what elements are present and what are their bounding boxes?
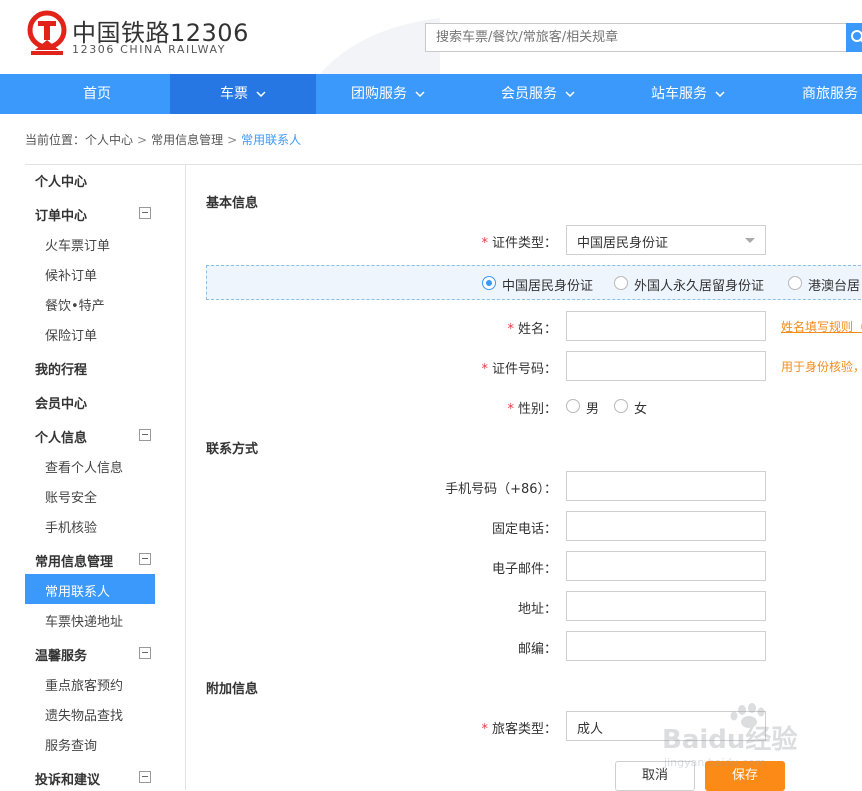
radio-label: 港澳台居 (808, 275, 860, 294)
collapse-icon[interactable] (139, 647, 151, 659)
name-field[interactable] (566, 311, 766, 341)
sidebar-item-account-security[interactable]: 账号安全 (45, 487, 97, 506)
chevron-down-icon (715, 91, 725, 97)
name-label: *姓名： (507, 318, 557, 337)
site-header: 中国铁路12306 12306 CHINA RAILWAY (0, 0, 862, 74)
id-number-field[interactable] (566, 351, 766, 381)
nav-home[interactable]: 首页 (24, 74, 170, 114)
breadcrumb-separator: > (227, 133, 237, 147)
email-field[interactable] (566, 551, 766, 581)
passenger-type-label: *旅客类型： (481, 718, 557, 737)
name-rules-link[interactable]: 姓名填写规则（ (781, 318, 862, 335)
breadcrumb-current: 常用联系人 (241, 133, 301, 147)
sidebar-item-key-passenger[interactable]: 重点旅客预约 (45, 675, 123, 694)
sidebar-item-contacts[interactable]: 常用联系人 (25, 574, 155, 604)
address-field[interactable] (566, 591, 766, 621)
sidebar-item-train-orders[interactable]: 火车票订单 (45, 235, 110, 254)
brand-subtitle: 12306 CHINA RAILWAY (72, 43, 226, 56)
sidebar-item-food-specialty[interactable]: 餐饮•特产 (45, 295, 105, 314)
chevron-down-icon (256, 91, 266, 97)
sidebar-order-center[interactable]: 订单中心 (35, 205, 87, 224)
search-button[interactable] (846, 23, 862, 52)
breadcrumb: 当前位置：个人中心 > 常用信息管理 > 常用联系人 (25, 131, 301, 148)
sidebar-warm-service[interactable]: 温馨服务 (35, 645, 87, 664)
id-type-label: *证件类型： (481, 232, 557, 251)
sidebar: 个人中心 订单中心 火车票订单 候补订单 餐饮•特产 保险订单 我的行程 会员中… (25, 165, 185, 790)
sidebar-item-view-info[interactable]: 查看个人信息 (45, 457, 123, 476)
radio-label: 外国人永久居留身份证 (634, 275, 764, 294)
sidebar-my-trips[interactable]: 我的行程 (35, 359, 87, 378)
railway-logo-icon[interactable] (25, 10, 69, 58)
baidu-watermark: Baidu经验 jingyan.baidu.com (662, 700, 822, 770)
search-icon (846, 23, 862, 52)
divider (185, 165, 186, 790)
section-title-extra: 附加信息 (206, 678, 258, 697)
nav-member-service[interactable]: 会员服务 (465, 74, 611, 114)
phone-label: 手机号码（+86）： (445, 478, 557, 497)
gender-label: *性别： (507, 398, 557, 417)
sidebar-complaints[interactable]: 投诉和建议 (35, 769, 100, 788)
chevron-down-icon (415, 91, 425, 97)
section-title-basic: 基本信息 (206, 192, 258, 211)
sidebar-item-delivery-address[interactable]: 车票快递地址 (45, 611, 123, 630)
svg-text:Baidu经验: Baidu经验 (662, 724, 797, 755)
search-input[interactable] (425, 23, 847, 52)
postcode-field[interactable] (566, 631, 766, 661)
id-type-select[interactable]: 中国居民身份证 (566, 225, 766, 255)
nav-group-service[interactable]: 团购服务 (315, 74, 461, 114)
breadcrumb-item[interactable]: 个人中心 (85, 133, 133, 147)
id-number-label: *证件号码： (481, 358, 557, 377)
email-label: 电子邮件： (492, 558, 557, 577)
nav-tickets[interactable]: 车票 (170, 74, 316, 114)
sidebar-common-info[interactable]: 常用信息管理 (35, 551, 113, 570)
sidebar-item-phone-verify[interactable]: 手机核验 (45, 517, 97, 536)
radio-label: 女 (634, 398, 647, 417)
radio-id-hkmt[interactable] (788, 276, 802, 290)
postcode-label: 邮编： (518, 638, 557, 657)
sidebar-item-waitlist-orders[interactable]: 候补订单 (45, 265, 97, 284)
breadcrumb-item[interactable]: 常用信息管理 (151, 133, 223, 147)
radio-label: 中国居民身份证 (502, 275, 593, 294)
dropdown-caret-icon (745, 238, 755, 243)
sidebar-item-label: 常用联系人 (45, 581, 110, 600)
radio-gender-female[interactable] (614, 399, 628, 413)
section-title-contact: 联系方式 (206, 438, 258, 457)
collapse-icon[interactable] (139, 429, 151, 441)
landline-label: 固定电话： (492, 518, 557, 537)
collapse-icon[interactable] (139, 771, 151, 783)
id-number-hint: 用于身份核验， (781, 358, 862, 375)
sidebar-item-insurance-orders[interactable]: 保险订单 (45, 325, 97, 344)
sidebar-personal-center[interactable]: 个人中心 (35, 171, 87, 190)
radio-label: 男 (586, 398, 599, 417)
svg-text:jingyan.baidu.com: jingyan.baidu.com (663, 756, 766, 769)
id-type-options: 中国居民身份证 外国人永久居留身份证 港澳台居 (206, 265, 862, 300)
main-nav: 首页 车票 团购服务 会员服务 站车服务 商旅服务 (0, 74, 862, 114)
landline-field[interactable] (566, 511, 766, 541)
phone-field[interactable] (566, 471, 766, 501)
radio-gender-male[interactable] (566, 399, 580, 413)
header-decoration (320, 18, 440, 74)
nav-station-service[interactable]: 站车服务 (615, 74, 761, 114)
breadcrumb-prefix: 当前位置： (25, 133, 85, 147)
radio-id-cn[interactable] (482, 276, 496, 290)
collapse-icon[interactable] (139, 207, 151, 219)
sidebar-item-lost-items[interactable]: 遗失物品查找 (45, 705, 123, 724)
sidebar-personal-info[interactable]: 个人信息 (35, 427, 87, 446)
sidebar-member-center[interactable]: 会员中心 (35, 393, 87, 412)
chevron-down-icon (565, 91, 575, 97)
breadcrumb-separator: > (137, 133, 147, 147)
radio-id-foreign[interactable] (614, 276, 628, 290)
sidebar-item-service-query[interactable]: 服务查询 (45, 735, 97, 754)
collapse-icon[interactable] (139, 553, 151, 565)
address-label: 地址： (518, 598, 557, 617)
nav-business-service[interactable]: 商旅服务 (764, 74, 862, 114)
